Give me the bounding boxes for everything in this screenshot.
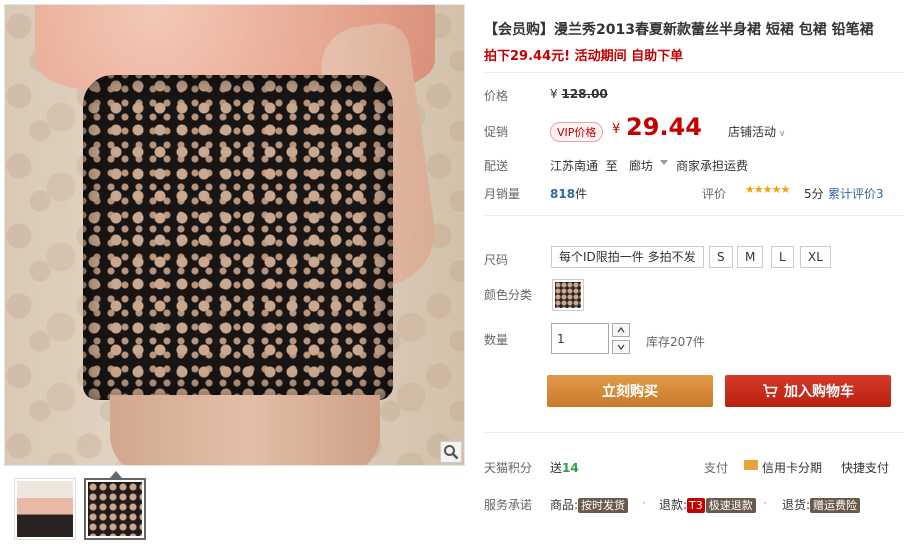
size-option-s[interactable]: S xyxy=(709,246,733,268)
color-swatch[interactable] xyxy=(552,279,584,311)
thumbnail-strip xyxy=(14,471,146,540)
caret-down-icon[interactable] xyxy=(660,160,668,165)
credit-card-icon xyxy=(744,460,758,470)
chevron-up-icon xyxy=(617,327,625,333)
t3-badge: T3 xyxy=(687,498,705,513)
promo-currency: ¥ xyxy=(612,122,621,137)
return-promise[interactable]: 退货: 赠运费险 xyxy=(782,496,861,513)
size-option-l[interactable]: L xyxy=(771,246,794,268)
fast-refund-tag: 极速退款 xyxy=(705,498,756,513)
quantity-decrease-button[interactable] xyxy=(612,340,630,354)
quantity-label: 数量 xyxy=(484,333,509,347)
thumbnail-1[interactable] xyxy=(14,478,76,540)
goods-promise[interactable]: 商品: 按时发货 xyxy=(550,496,629,513)
star-rating-icon: ★★★★★ xyxy=(745,183,790,196)
size-option-m[interactable]: M xyxy=(737,246,764,268)
quantity-input[interactable] xyxy=(551,323,609,354)
refund-promise[interactable]: 退款: T3 极速退款 xyxy=(659,496,756,513)
legs-shape xyxy=(110,395,380,465)
separator-dot: · xyxy=(642,496,646,510)
add-to-cart-button[interactable]: 加入购物车 xyxy=(725,375,891,407)
separator-dot: · xyxy=(763,496,767,510)
rating-score: 5分 xyxy=(804,187,824,201)
shipping-label: 配送 xyxy=(484,159,509,173)
size-option-note[interactable]: 每个ID限拍一件 多拍不发 xyxy=(551,246,704,268)
buy-now-label: 立刻购买 xyxy=(602,384,658,400)
monthly-sales-label: 月销量 xyxy=(484,187,521,201)
price-label: 价格 xyxy=(484,89,509,103)
color-label: 颜色分类 xyxy=(484,288,533,302)
monthly-sales-count: 818件 xyxy=(550,187,588,201)
divider xyxy=(484,432,904,433)
size-label: 尺码 xyxy=(484,253,509,267)
rating-label: 评价 xyxy=(702,187,727,201)
on-time-delivery-tag: 按时发货 xyxy=(578,498,629,513)
thumbnail-2[interactable] xyxy=(84,471,146,540)
lace-skirt-shape xyxy=(83,75,393,400)
divider xyxy=(484,215,904,216)
points-label: 天猫积分 xyxy=(484,461,533,475)
ship-to-dropdown[interactable]: 廊坊 xyxy=(629,157,653,174)
zoom-button[interactable] xyxy=(440,441,462,463)
product-info-panel: 【会员购】漫兰秀2013春夏新款蕾丝半身裙 短裙 包裙 铅笔裙 拍下29.44元… xyxy=(484,0,904,551)
store-activity-dropdown[interactable]: 店铺活动 ∨ xyxy=(728,123,785,140)
ship-from: 江苏南通 至 xyxy=(550,159,618,173)
promo-price: 29.44 xyxy=(626,113,702,141)
review-count-link[interactable]: 累计评价3 xyxy=(828,185,884,202)
magnifier-icon xyxy=(444,445,459,460)
service-label: 服务承诺 xyxy=(484,498,533,512)
product-subtitle: 拍下29.44元! 活动期间 自助下单 xyxy=(484,49,684,64)
product-title: 【会员购】漫兰秀2013春夏新款蕾丝半身裙 短裙 包裙 铅笔裙 xyxy=(484,22,874,38)
promo-label: 促销 xyxy=(484,125,509,139)
product-gallery xyxy=(4,4,465,548)
size-option-xl[interactable]: XL xyxy=(800,246,831,268)
chevron-down-icon xyxy=(617,344,625,350)
credit-card-installment[interactable]: 信用卡分期 xyxy=(762,459,822,476)
points-value: 送14 xyxy=(550,461,579,475)
shipping-insurance-tag: 赠运费险 xyxy=(810,498,861,513)
buy-now-button[interactable]: 立刻购买 xyxy=(547,375,713,407)
quick-pay[interactable]: 快捷支付 xyxy=(841,459,889,476)
shopping-cart-icon xyxy=(763,384,778,398)
pay-label: 支付 xyxy=(704,461,729,475)
quantity-increase-button[interactable] xyxy=(612,323,630,337)
shipping-fee: 商家承担运费 xyxy=(676,159,749,173)
add-to-cart-label: 加入购物车 xyxy=(784,384,854,400)
original-price: ¥ 128.00 xyxy=(550,87,608,101)
chevron-down-icon: ∨ xyxy=(776,129,786,139)
vip-price-badge: VIP价格 xyxy=(550,122,604,142)
divider xyxy=(484,72,904,73)
stock-count: 库存207件 xyxy=(646,335,705,349)
main-product-image[interactable] xyxy=(4,4,465,466)
